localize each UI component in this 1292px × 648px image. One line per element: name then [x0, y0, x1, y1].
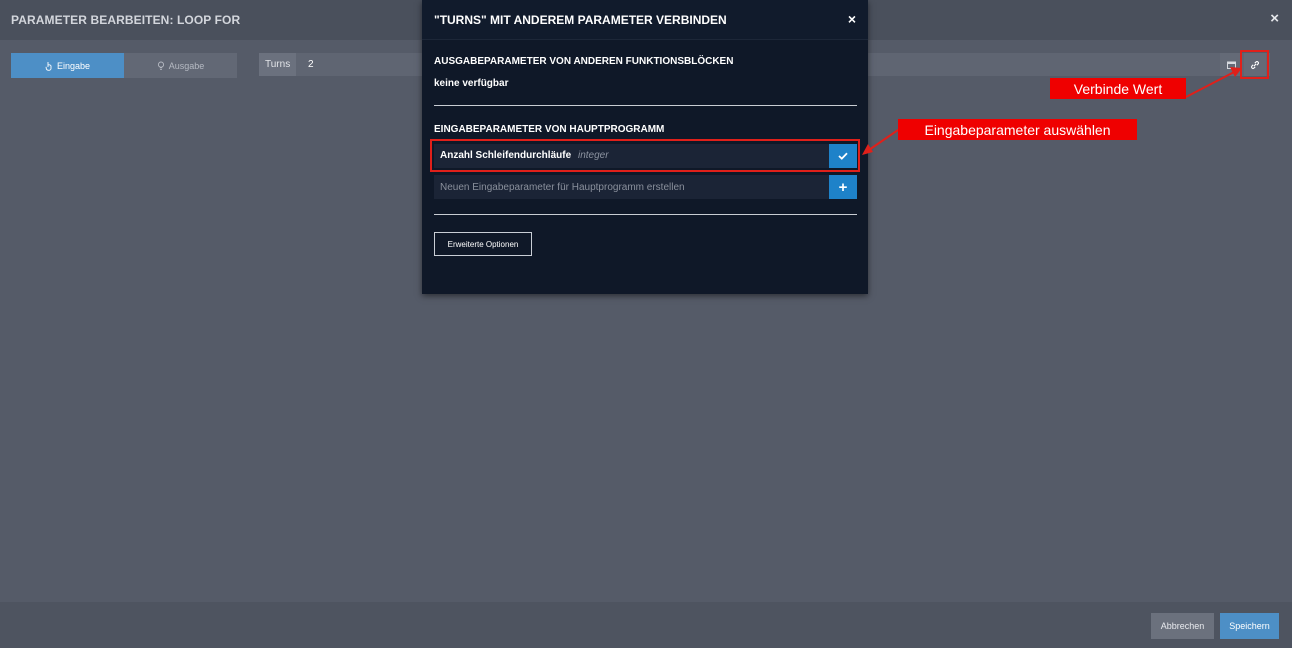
section-input-title: EINGABEPARAMETER VON HAUPTPROGRAMM — [434, 124, 665, 135]
parameter-value[interactable]: 2 — [308, 53, 314, 76]
dialog-close-button[interactable]: × — [1270, 10, 1279, 27]
new-input-param-row: + — [434, 175, 857, 199]
save-button[interactable]: Speichern — [1220, 613, 1279, 639]
tab-ausgabe-label: Ausgabe — [168, 60, 205, 71]
annotation-highlight-connect — [1240, 50, 1269, 79]
annotation-arrow-option — [865, 129, 899, 153]
dialog-footer — [0, 602, 1292, 648]
modal-title: "TURNS" MIT ANDEREM PARAMETER VERBINDEN — [434, 13, 727, 27]
divider — [434, 105, 857, 106]
divider — [434, 214, 857, 215]
annotation-select-input: Eingabeparameter auswählen — [898, 119, 1137, 140]
add-input-param-button[interactable]: + — [829, 175, 857, 199]
parameter-label: Turns — [259, 53, 297, 76]
cancel-button[interactable]: Abbrechen — [1151, 613, 1214, 639]
annotation-connect-value: Verbinde Wert — [1050, 78, 1186, 99]
advanced-options-button[interactable]: Erweiterte Optionen — [434, 232, 532, 256]
param-direction-tabs: Eingabe Ausgabe — [11, 53, 237, 78]
dialog-title: PARAMETER BEARBEITEN: LOOP FOR — [11, 13, 241, 27]
calendar-button[interactable] — [1220, 53, 1242, 76]
section-output-title: AUSGABEPARAMETER VON ANDEREN FUNKTIONSBL… — [434, 56, 734, 67]
annotation-highlight-option — [430, 139, 860, 172]
tab-eingabe-label: Eingabe — [56, 60, 91, 71]
tab-eingabe[interactable]: Eingabe — [11, 53, 124, 78]
pointer-icon — [45, 61, 52, 71]
modal-close-button[interactable]: × — [848, 11, 856, 27]
new-input-param-field[interactable] — [434, 175, 827, 199]
modal-header: "TURNS" MIT ANDEREM PARAMETER VERBINDEN … — [422, 0, 868, 40]
section-output-empty-text: keine verfügbar — [434, 78, 509, 89]
calendar-icon — [1226, 61, 1236, 69]
lightbulb-icon — [157, 61, 164, 70]
tab-ausgabe[interactable]: Ausgabe — [124, 53, 237, 78]
